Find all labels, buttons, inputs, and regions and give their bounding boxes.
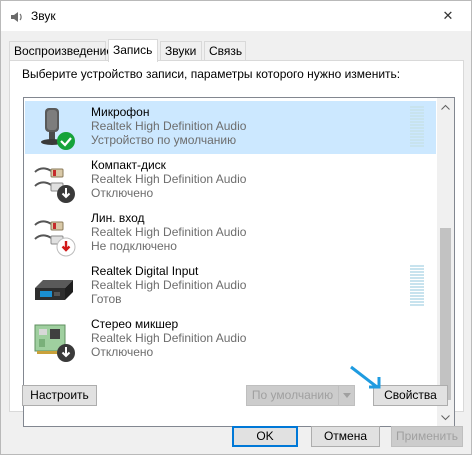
sound-dialog: Звук ✕ Воспроизведение Запись Звуки Связ…	[0, 0, 472, 455]
apply-button[interactable]: Применить	[391, 426, 463, 447]
close-icon: ✕	[442, 8, 454, 23]
device-status: Устройство по умолчанию	[91, 133, 237, 147]
level-meter	[410, 265, 424, 307]
tab-communications[interactable]: Связь	[204, 41, 246, 61]
configure-button[interactable]: Настроить	[22, 385, 97, 406]
device-name: Realtek Digital Input	[91, 264, 199, 278]
arrow-pointer-icon	[350, 365, 381, 389]
tab-recording[interactable]: Запись	[108, 39, 158, 62]
rca-connector-icon	[34, 220, 76, 257]
device-item-cd[interactable]: Компакт-диск Realtek High Definition Aud…	[25, 154, 436, 207]
device-driver: Realtek High Definition Audio	[91, 225, 247, 239]
device-name: Микрофон	[91, 105, 150, 119]
window-title: Звук	[31, 9, 56, 23]
tab-sounds[interactable]: Звуки	[160, 41, 202, 61]
device-name: Компакт-диск	[91, 158, 166, 172]
device-status: Отключено	[91, 186, 154, 200]
device-driver: Realtek High Definition Audio	[91, 119, 247, 133]
ok-button[interactable]: OK	[232, 426, 298, 447]
instruction-text: Выберите устройство записи, параметры ко…	[22, 67, 401, 81]
device-name: Стерео микшер	[91, 317, 179, 331]
recording-device-list[interactable]: Микрофон Realtek High Definition Audio У…	[23, 97, 455, 427]
device-status: Не подключено	[91, 239, 177, 253]
digital-input-icon	[35, 280, 73, 300]
device-item-microphone[interactable]: Микрофон Realtek High Definition Audio У…	[25, 101, 436, 154]
default-check-icon	[57, 132, 75, 150]
recording-panel: Выберите устройство записи, параметры ко…	[9, 60, 464, 427]
speaker-icon	[11, 12, 22, 22]
set-default-button[interactable]: По умолчанию	[246, 385, 355, 406]
device-item-digital-input[interactable]: Realtek Digital Input Realtek High Defin…	[25, 260, 436, 313]
sound-card-icon	[34, 324, 75, 362]
scrollbar-thumb[interactable]	[440, 228, 451, 400]
cancel-button[interactable]: Отмена	[311, 426, 380, 447]
device-name: Лин. вход	[91, 211, 145, 225]
properties-button[interactable]: Свойства	[373, 385, 448, 406]
scroll-up-arrow-icon[interactable]	[437, 98, 454, 115]
device-driver: Realtek High Definition Audio	[91, 331, 247, 345]
device-item-stereo-mix[interactable]: Стерео микшер Realtek High Definition Au…	[25, 313, 436, 366]
microphone-icon	[41, 108, 75, 150]
rca-connector-icon	[34, 167, 75, 203]
level-meter	[410, 106, 424, 148]
device-driver: Realtek High Definition Audio	[91, 278, 247, 292]
device-driver: Realtek High Definition Audio	[91, 172, 247, 186]
tab-playback[interactable]: Воспроизведение	[9, 41, 113, 61]
scroll-down-arrow-icon[interactable]	[437, 409, 454, 426]
device-item-line-in[interactable]: Лин. вход Realtek High Definition Audio …	[25, 207, 436, 260]
list-scrollbar[interactable]	[437, 98, 454, 426]
device-status: Отключено	[91, 345, 154, 359]
device-status: Готов	[91, 292, 122, 306]
title-bar[interactable]: Звук ✕	[1, 1, 471, 31]
close-button[interactable]: ✕	[425, 1, 471, 31]
